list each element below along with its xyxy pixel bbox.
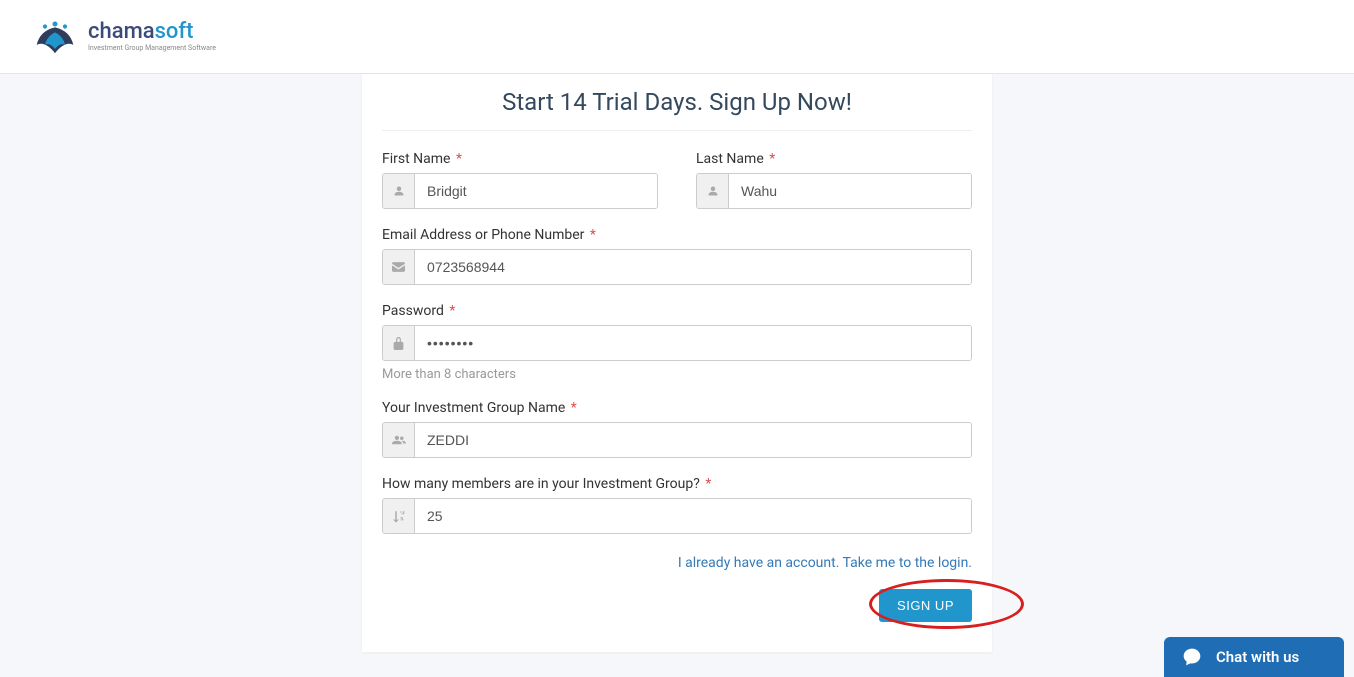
email-field[interactable] (415, 250, 971, 284)
logo-chama: chama (88, 19, 155, 44)
required-star: * (567, 400, 577, 416)
required-star: * (446, 303, 456, 319)
sort-numeric-icon (383, 499, 415, 533)
last-name-field[interactable] (729, 174, 971, 208)
required-star: * (586, 227, 596, 243)
page-title: Start 14 Trial Days. Sign Up Now! (382, 88, 972, 131)
last-name-label: Last Name * (696, 151, 972, 167)
logo-soft: soft (155, 19, 194, 44)
signup-button[interactable]: SIGN UP (879, 589, 972, 622)
group-name-field[interactable] (415, 423, 971, 457)
required-star: * (452, 151, 462, 167)
password-label: Password * (382, 303, 972, 319)
login-link-wrap: I already have an account. Take me to th… (382, 552, 972, 571)
members-field[interactable] (415, 499, 971, 533)
password-help: More than 8 characters (382, 367, 972, 382)
user-icon (383, 174, 415, 208)
logo-text: chamasoft Investment Group Management So… (88, 21, 216, 52)
required-star: * (702, 476, 712, 492)
logo-icon (30, 14, 80, 59)
signup-form: Start 14 Trial Days. Sign Up Now! First … (362, 74, 992, 652)
lock-icon (383, 326, 415, 360)
users-icon (383, 423, 415, 457)
first-name-label: First Name * (382, 151, 658, 167)
password-field[interactable] (415, 326, 971, 360)
chat-icon (1182, 647, 1202, 667)
members-label: How many members are in your Investment … (382, 476, 972, 492)
first-name-field[interactable] (415, 174, 657, 208)
user-icon (697, 174, 729, 208)
chat-label: Chat with us (1216, 648, 1299, 666)
login-link[interactable]: I already have an account. Take me to th… (678, 555, 972, 571)
logo-tagline: Investment Group Management Software (88, 45, 216, 52)
envelope-icon (383, 250, 415, 284)
email-label: Email Address or Phone Number * (382, 227, 972, 243)
chat-widget[interactable]: Chat with us (1164, 637, 1344, 677)
header: chamasoft Investment Group Management So… (0, 0, 1354, 74)
logo[interactable]: chamasoft Investment Group Management So… (30, 14, 216, 59)
group-name-label: Your Investment Group Name * (382, 400, 972, 416)
required-star: * (766, 151, 776, 167)
